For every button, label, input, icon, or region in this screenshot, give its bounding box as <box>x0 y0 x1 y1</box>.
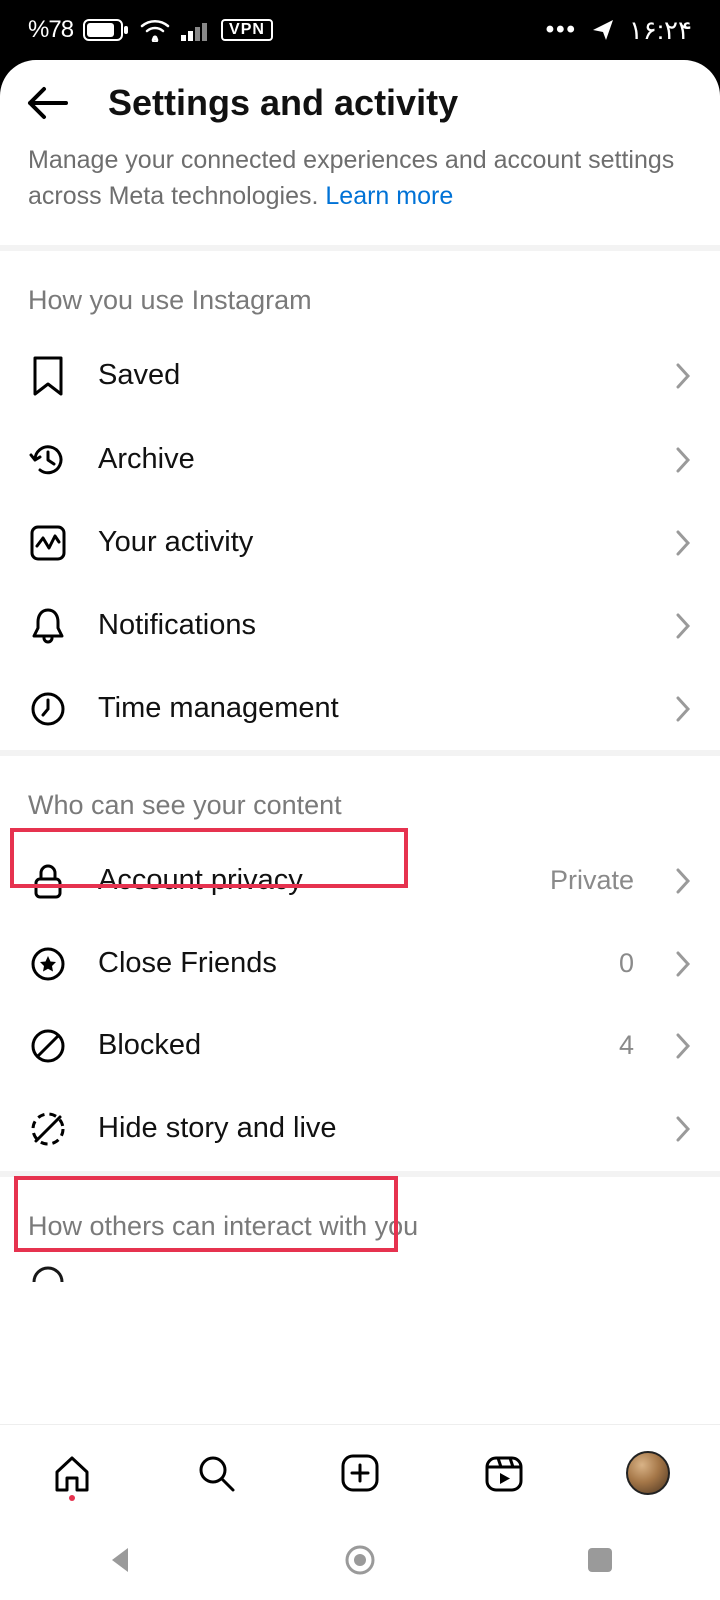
wifi-icon <box>139 18 171 42</box>
back-icon[interactable] <box>24 85 68 121</box>
row-hide-story[interactable]: Hide story and live <box>0 1087 720 1171</box>
chevron-right-icon <box>674 866 692 896</box>
plus-square-icon <box>339 1452 381 1494</box>
row-label: Archive <box>98 443 644 476</box>
chevron-right-icon <box>674 694 692 724</box>
star-circle-icon <box>29 945 67 983</box>
chevron-right-icon <box>674 1031 692 1061</box>
nav-reels[interactable] <box>474 1443 534 1503</box>
row-label: Blocked <box>98 1029 589 1062</box>
section-header-interact: How others can interact with you <box>0 1177 720 1260</box>
history-icon <box>28 440 68 480</box>
nav-create[interactable] <box>330 1443 390 1503</box>
row-label: Time management <box>98 692 644 725</box>
sys-home[interactable] <box>330 1530 390 1590</box>
chevron-right-icon <box>674 528 692 558</box>
reels-icon <box>483 1452 525 1494</box>
row-label: Account privacy <box>98 864 520 897</box>
battery-percentage: %78 <box>28 16 73 44</box>
bell-icon <box>30 606 66 646</box>
nav-indicator-dot <box>69 1495 75 1501</box>
row-time-management[interactable]: Time management <box>0 668 720 750</box>
circle-home-icon <box>343 1543 377 1577</box>
system-nav <box>0 1520 720 1600</box>
chevron-right-icon <box>674 445 692 475</box>
section-header-visibility: Who can see your content <box>0 756 720 839</box>
vpn-badge: VPN <box>221 19 273 41</box>
activity-icon <box>29 524 67 562</box>
send-icon <box>591 18 615 42</box>
square-recents-icon <box>586 1546 614 1574</box>
page-title: Settings and activity <box>108 82 458 124</box>
row-archive[interactable]: Archive <box>0 418 720 502</box>
triangle-back-icon <box>104 1544 136 1576</box>
row-blocked[interactable]: Blocked 4 <box>0 1005 720 1087</box>
row-value: 0 <box>619 948 634 979</box>
chevron-right-icon <box>674 361 692 391</box>
clock-icon <box>29 690 67 728</box>
bookmark-icon <box>31 356 65 396</box>
avatar <box>626 1451 670 1495</box>
hide-story-icon <box>28 1109 68 1149</box>
nav-search[interactable] <box>186 1443 246 1503</box>
row-activity[interactable]: Your activity <box>0 502 720 584</box>
row-saved[interactable]: Saved <box>0 334 720 418</box>
section-header-usage: How you use Instagram <box>0 251 720 334</box>
block-icon <box>29 1027 67 1065</box>
chevron-right-icon <box>674 611 692 641</box>
chevron-right-icon <box>674 1114 692 1144</box>
row-label: Close Friends <box>98 947 589 980</box>
row-label: Notifications <box>98 609 644 642</box>
home-icon <box>51 1452 93 1494</box>
row-value: Private <box>550 865 634 896</box>
signal-icon <box>181 19 211 41</box>
row-label: Hide story and live <box>98 1112 644 1145</box>
status-clock: ۱۶:۲۴ <box>629 15 692 46</box>
nav-profile[interactable] <box>618 1443 678 1503</box>
row-account-privacy[interactable]: Account privacy Private <box>0 839 720 923</box>
battery-icon <box>83 19 129 41</box>
nav-home[interactable] <box>42 1443 102 1503</box>
lock-icon <box>32 861 64 901</box>
more-icon: ••• <box>546 16 577 44</box>
row-label: Your activity <box>98 526 644 559</box>
page-header: Settings and activity <box>0 60 720 142</box>
sys-recents[interactable] <box>570 1530 630 1590</box>
row-cutoff[interactable] <box>0 1260 720 1304</box>
row-value: 4 <box>619 1030 634 1061</box>
search-icon <box>195 1452 237 1494</box>
circle-icon <box>29 1263 67 1301</box>
learn-more-link[interactable]: Learn more <box>325 182 453 210</box>
app-bottom-nav <box>0 1424 720 1520</box>
row-label: Saved <box>98 359 644 392</box>
row-notifications[interactable]: Notifications <box>0 584 720 668</box>
sys-back[interactable] <box>90 1530 150 1590</box>
status-bar: %78 VPN ••• ۱۶:۲۴ <box>0 0 720 60</box>
intro-text: Manage your connected experiences and ac… <box>0 142 720 245</box>
chevron-right-icon <box>674 949 692 979</box>
row-close-friends[interactable]: Close Friends 0 <box>0 923 720 1005</box>
